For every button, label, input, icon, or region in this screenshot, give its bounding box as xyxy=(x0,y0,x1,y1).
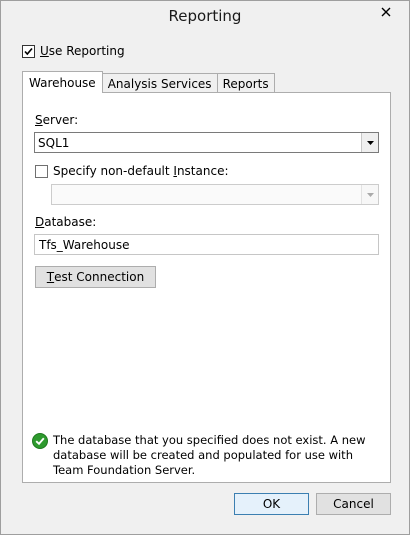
use-reporting-checkbox-row[interactable]: Use Reporting xyxy=(22,43,125,59)
database-label: Database: xyxy=(35,215,96,229)
warehouse-tab-panel: Server: SQL1 Specify non-default Instanc… xyxy=(22,92,391,483)
reporting-dialog: Reporting Use Reporting Warehouse Analys… xyxy=(0,0,410,535)
instance-checkbox[interactable] xyxy=(35,164,48,178)
server-combobox[interactable]: SQL1 xyxy=(34,132,379,153)
test-connection-label: est Connection xyxy=(54,270,145,284)
status-message-row: The database that you specified does not… xyxy=(32,433,384,478)
database-input[interactable]: Tfs_Warehouse xyxy=(34,234,379,255)
check-circle-icon xyxy=(32,433,48,449)
use-reporting-label-text: se Reporting xyxy=(48,44,125,58)
test-connection-button[interactable]: Test Connection xyxy=(35,266,156,288)
server-label-text: erver: xyxy=(42,113,79,127)
instance-label-text: nstance: xyxy=(176,164,229,178)
instance-checkbox-row[interactable]: Specify non-default Instance: xyxy=(35,164,229,178)
tab-reports[interactable]: Reports xyxy=(216,73,275,93)
server-value: SQL1 xyxy=(38,135,70,150)
status-message: The database that you specified does not… xyxy=(53,433,366,477)
use-reporting-label: Use Reporting xyxy=(40,44,125,58)
tab-strip: Warehouse Analysis Services Reports xyxy=(22,71,275,93)
database-mnemonic: D xyxy=(35,215,45,229)
cancel-button[interactable]: Cancel xyxy=(316,493,391,515)
chevron-down-icon xyxy=(366,192,374,197)
tab-warehouse[interactable]: Warehouse xyxy=(22,71,103,93)
dialog-title: Reporting xyxy=(168,7,242,25)
close-icon xyxy=(381,7,391,17)
checkmark-icon xyxy=(24,47,33,55)
server-label: Server: xyxy=(35,113,78,127)
instance-label-pre: Specify non-default xyxy=(53,164,174,178)
ok-button[interactable]: OK xyxy=(234,493,309,515)
title-bar: Reporting xyxy=(1,1,409,32)
database-label-text: atabase: xyxy=(44,215,97,229)
server-dropdown-button[interactable] xyxy=(361,133,378,152)
close-button[interactable] xyxy=(372,2,400,22)
use-reporting-checkbox[interactable] xyxy=(22,44,35,58)
instance-combobox[interactable] xyxy=(51,184,379,205)
instance-dropdown-button[interactable] xyxy=(361,185,378,204)
instance-label: Specify non-default Instance: xyxy=(53,164,229,178)
tab-analysis-services[interactable]: Analysis Services xyxy=(101,73,218,93)
chevron-down-icon xyxy=(366,140,374,145)
use-reporting-mnemonic: U xyxy=(40,44,49,58)
server-mnemonic: S xyxy=(35,113,43,127)
test-connection-mnemonic: T xyxy=(46,270,55,284)
